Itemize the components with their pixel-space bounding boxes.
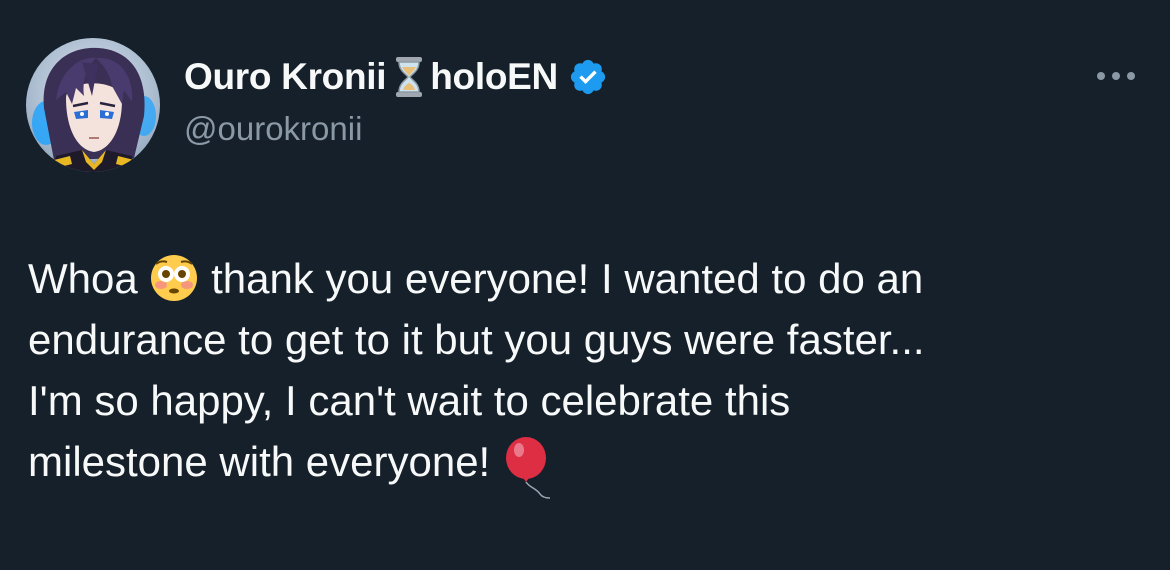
verified-badge-icon[interactable] <box>568 57 608 97</box>
tweet-text-line: endurance to get to it but you guys were… <box>28 316 925 363</box>
author-display-name-suffix[interactable]: holoEN <box>430 56 558 98</box>
anime-character-avatar-icon <box>32 47 156 172</box>
tweet-text: Whoa thank you everyone! I wanted to do … <box>28 248 1138 499</box>
author-handle[interactable]: @ourokronii <box>184 110 362 148</box>
tweet-text-segment: milestone with everyone! <box>28 438 491 485</box>
hourglass-icon <box>392 55 426 99</box>
tweet-card: Ouro Kronii holoEN @ourokronii Whoa than… <box>0 0 1170 570</box>
tweet-text-line: milestone with everyone! <box>28 431 1138 499</box>
author-avatar[interactable] <box>26 38 160 172</box>
author-name-row[interactable]: Ouro Kronii holoEN <box>184 55 608 99</box>
more-options-icon <box>1097 72 1135 80</box>
balloon-emoji <box>502 436 554 502</box>
tweet-text-segment: Whoa <box>28 255 138 302</box>
author-display-name[interactable]: Ouro Kronii <box>184 56 387 98</box>
more-options-button[interactable] <box>1090 60 1142 92</box>
tweet-text-line: I'm so happy, I can't wait to celebrate … <box>28 377 791 424</box>
tweet-text-segment: thank you everyone! I wanted to do an <box>211 255 924 302</box>
tweet-text-line: Whoa thank you everyone! I wanted to do … <box>28 248 1138 309</box>
